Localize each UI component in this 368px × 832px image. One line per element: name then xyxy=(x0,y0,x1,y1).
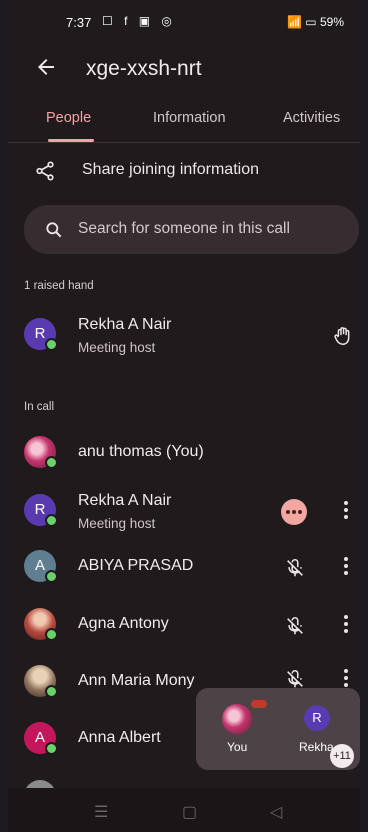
online-indicator xyxy=(45,685,58,698)
share-icon xyxy=(36,161,54,181)
app-header: xge-xxsh-nrt xyxy=(8,55,360,85)
back-arrow-icon[interactable] xyxy=(34,55,58,79)
avatar-initial: R xyxy=(34,501,46,518)
participant-row[interactable]: A ABIYA PRASAD xyxy=(8,542,360,594)
raised-hand-row[interactable]: R Rekha A Nair Meeting host xyxy=(8,310,360,362)
participant-role: Meeting host xyxy=(78,340,156,355)
raised-hand-icon[interactable] xyxy=(332,324,354,348)
avatar: R xyxy=(24,494,58,527)
self-avatar xyxy=(222,704,252,734)
status-bar: 7:37 ☐ f ▣ ◎ 📶 ▭ 59% xyxy=(8,12,360,32)
online-indicator xyxy=(45,514,58,527)
online-indicator xyxy=(45,338,58,351)
in-call-section-title: In call xyxy=(24,401,55,413)
online-indicator xyxy=(45,628,58,641)
status-right: 📶 ▭ 59% xyxy=(287,15,344,29)
search-input[interactable]: Search for someone in this call xyxy=(24,205,359,254)
participant-name: Ann Maria Mony xyxy=(78,672,195,689)
avatar-photo xyxy=(24,608,58,641)
participant-name: ABIYA PRASAD xyxy=(78,557,194,574)
share-joining-info-button[interactable]: Share joining information xyxy=(8,158,360,184)
recents-icon[interactable]: ☰ xyxy=(94,802,108,822)
search-placeholder: Search for someone in this call xyxy=(78,220,290,237)
tab-information[interactable]: Information xyxy=(153,110,226,126)
share-label: Share joining information xyxy=(82,161,259,178)
more-options-icon[interactable] xyxy=(343,669,349,689)
participant-name: anu thomas (You) xyxy=(78,443,204,460)
participant-row[interactable]: Agna Antony xyxy=(8,600,360,652)
more-options-icon[interactable] xyxy=(343,557,349,577)
participant-name: Rekha A Nair xyxy=(78,492,172,509)
more-participants-badge: +11 xyxy=(330,744,354,768)
search-icon xyxy=(46,222,62,238)
home-icon[interactable]: ▢ xyxy=(182,802,197,822)
active-tab-indicator xyxy=(48,139,94,142)
avatar-photo xyxy=(24,436,58,469)
speaking-indicator-button[interactable] xyxy=(281,499,307,525)
call-preview-tile[interactable]: You R Rekha +11 xyxy=(196,688,360,770)
notification-icons: ☐ f ▣ ◎ xyxy=(102,14,176,28)
mic-off-icon[interactable] xyxy=(284,557,306,579)
mic-off-icon[interactable] xyxy=(284,668,306,690)
app-frame: 7:37 ☐ f ▣ ◎ 📶 ▭ 59% xge-xxsh-nrt People… xyxy=(8,0,360,832)
tab-people[interactable]: People xyxy=(46,110,91,126)
battery-icon: ▭ xyxy=(305,15,317,29)
avatar: R xyxy=(304,705,330,731)
participant-role: Meeting host xyxy=(78,516,156,531)
system-nav-bar: ☰ ▢ ◁ xyxy=(8,788,360,832)
avatar-initial: A xyxy=(34,729,45,746)
participant-name: Anna Albert xyxy=(78,729,161,746)
online-indicator xyxy=(45,742,58,755)
more-options-icon[interactable] xyxy=(343,615,349,635)
more-options-icon[interactable] xyxy=(343,501,349,521)
participant-name: Agna Antony xyxy=(78,615,169,632)
avatar: A xyxy=(24,550,58,583)
status-time: 7:37 xyxy=(66,15,92,30)
participant-label: Rekha xyxy=(299,740,334,754)
online-indicator xyxy=(45,570,58,583)
wifi-icon: 📶 xyxy=(286,15,302,29)
online-indicator xyxy=(45,456,58,469)
participant-name: Rekha A Nair xyxy=(78,316,172,333)
mic-off-icon[interactable] xyxy=(284,615,306,637)
avatar-photo xyxy=(24,665,58,698)
participant-row[interactable]: R Rekha A Nair Meeting host xyxy=(8,486,360,538)
back-nav-icon[interactable]: ◁ xyxy=(270,802,282,822)
tab-activities[interactable]: Activities xyxy=(283,110,340,126)
avatar-initial: R xyxy=(34,325,46,342)
participant-row[interactable]: anu thomas (You) xyxy=(8,428,360,480)
battery-percent: 59% xyxy=(319,15,344,29)
meeting-code-title: xge-xxsh-nrt xyxy=(86,57,202,80)
avatar-initial: A xyxy=(34,557,45,574)
self-label: You xyxy=(227,740,248,754)
reaction-indicator xyxy=(251,700,267,708)
raised-hand-section-title: 1 raised hand xyxy=(24,280,94,292)
tab-bar: People Information Activities xyxy=(8,108,360,143)
avatar: R xyxy=(24,318,58,351)
avatar: A xyxy=(24,722,58,755)
avatar-initial: R xyxy=(312,710,322,725)
